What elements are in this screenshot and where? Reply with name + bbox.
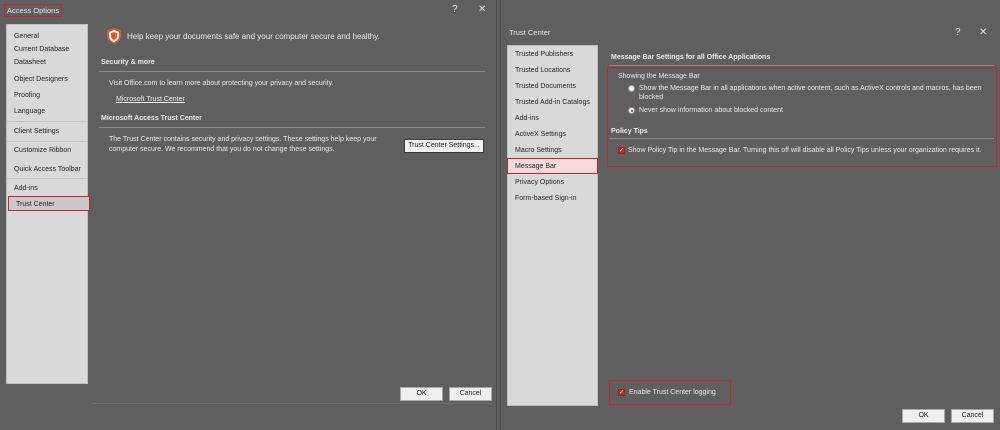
sidebar-item-form-based-sign-in[interactable]: Form-based Sign-in (508, 191, 597, 206)
trust-center-settings-button[interactable]: Trust Center Settings... (404, 139, 484, 153)
sidebar-item-activex-settings[interactable]: ActiveX Settings (508, 127, 597, 142)
sidebar-item-trusted-documents[interactable]: Trusted Documents (508, 79, 597, 94)
security-more-body: Visit Office.com to learn more about pro… (109, 80, 334, 87)
policy-tip-checkbox[interactable]: ✓ (618, 147, 625, 154)
section-divider (609, 65, 994, 66)
sidebar-divider (7, 121, 87, 122)
sidebar-item-trusted-locations[interactable]: Trusted Locations (508, 63, 597, 78)
trust-center-title: Trust Center (509, 28, 551, 37)
close-icon[interactable]: ✕ (979, 27, 987, 39)
sidebar-item-trust-center[interactable]: Trust Center (8, 196, 90, 211)
sidebar-item-customize-ribbon[interactable]: Customize Ribbon (7, 143, 87, 158)
sidebar-divider (7, 178, 87, 179)
trust-center-sidebar: Trusted Publishers Trusted Locations Tru… (507, 45, 598, 406)
footer-divider (92, 403, 492, 404)
message-bar-section-title: Message Bar Settings for all Office Appl… (611, 54, 771, 61)
section-divider (99, 71, 485, 72)
sidebar-divider (7, 141, 87, 142)
security-more-heading: Security & more (101, 59, 155, 66)
access-options-title: Access Options (3, 4, 63, 17)
sidebar-item-message-bar[interactable]: Message Bar (507, 158, 598, 174)
help-icon[interactable]: ? (955, 27, 961, 39)
sidebar-item-add-ins[interactable]: Add-ins (7, 181, 87, 196)
radio-show-label-line2: blocked (639, 94, 664, 101)
trust-center-logging-checkbox[interactable]: ✓ (618, 389, 625, 396)
trust-center-titlebar: Trust Center ? ✕ (501, 0, 1000, 38)
access-trust-center-heading: Microsoft Access Trust Center (101, 115, 202, 122)
ok-button[interactable]: OK (400, 387, 443, 401)
sidebar-item-trusted-add-in-catalogs[interactable]: Trusted Add-in Catalogs (508, 95, 597, 110)
sidebar-item-proofing[interactable]: Proofing (7, 88, 87, 103)
sidebar-item-trusted-publishers[interactable]: Trusted Publishers (508, 47, 597, 62)
access-options-dialog: Access Options ? ✕ General Current Datab… (0, 0, 497, 430)
sidebar-item-datasheet[interactable]: Datasheet (7, 55, 87, 70)
sidebar-item-language[interactable]: Language (7, 104, 87, 119)
access-options-sidebar: General Current Database Datasheet Objec… (6, 24, 90, 384)
cancel-button[interactable]: Cancel (951, 409, 994, 423)
section-divider (609, 138, 994, 139)
sidebar-item-client-settings[interactable]: Client Settings (7, 124, 87, 139)
sidebar-item-object-designers[interactable]: Object Designers (7, 72, 87, 87)
policy-tip-checkbox-label: Show Policy Tip in the Message Bar. Turn… (628, 147, 982, 154)
sidebar-item-add-ins[interactable]: Add-ins (508, 111, 597, 126)
radio-show-message-bar[interactable] (628, 85, 635, 92)
help-icon[interactable]: ? (452, 4, 458, 16)
close-icon[interactable]: ✕ (478, 4, 486, 16)
trust-center-dialog: Trust Center ? ✕ Trusted Publishers Trus… (500, 0, 1000, 430)
sidebar-item-privacy-options[interactable]: Privacy Options (508, 175, 597, 190)
shield-icon (107, 28, 121, 44)
header-text: Help keep your documents safe and your c… (127, 32, 380, 41)
access-trust-center-body: The Trust Center contains security and p… (109, 136, 377, 153)
sidebar-item-quick-access-toolbar[interactable]: Quick Access Toolbar (7, 162, 87, 177)
ok-button[interactable]: OK (902, 409, 945, 423)
radio-never-show[interactable] (628, 107, 635, 114)
cancel-button[interactable]: Cancel (449, 387, 492, 401)
trust-center-logging-label: Enable Trust Center logging (629, 389, 716, 396)
microsoft-trust-center-link[interactable]: Microsoft Trust Center (116, 96, 185, 103)
radio-show-label-line1: Show the Message Bar in all applications… (639, 85, 982, 92)
radio-never-show-label: Never show information about blocked con… (639, 107, 783, 114)
access-options-titlebar: Access Options ? ✕ (0, 0, 496, 22)
policy-tips-heading: Policy Tips (611, 128, 648, 135)
showing-message-bar-label: Showing the Message Bar (618, 73, 700, 80)
section-divider (99, 127, 485, 128)
sidebar-item-macro-settings[interactable]: Macro Settings (508, 143, 597, 158)
